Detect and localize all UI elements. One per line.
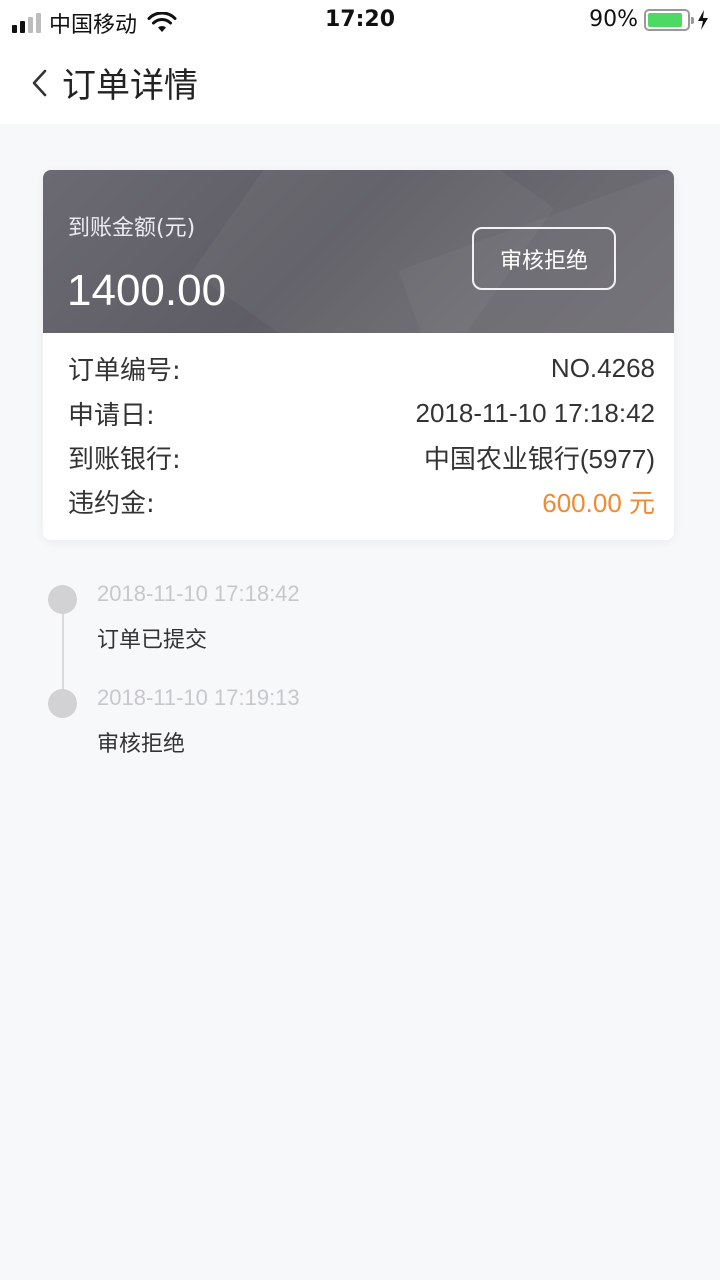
page-title: 订单详情 (62, 66, 198, 106)
detail-row-bank: 到账银行: 中国农业银行(5977) (68, 439, 655, 475)
detail-row-apply-date: 申请日: 2018-11-10 17:18:42 (68, 395, 655, 431)
battery-fill (648, 12, 683, 27)
amount-label: 到账金额(元) (68, 216, 196, 241)
timeline-text: 订单已提交 (97, 628, 208, 653)
order-card: 到账金额(元) 1400.00 审核拒绝 订单编号: NO.4268 申请日: … (43, 170, 674, 540)
timeline-dot (48, 585, 77, 614)
status-bar: 中国移动 17:20 90% (0, 0, 720, 40)
charging-icon (698, 9, 708, 30)
detail-label: 违约金: (68, 488, 155, 519)
detail-value: 中国农业银行(5977) (423, 443, 655, 474)
battery-percent: 90% (589, 7, 638, 32)
detail-value-penalty: 600.00 元 (542, 487, 655, 518)
detail-row-penalty: 违约金: 600.00 元 (68, 483, 655, 519)
detail-value: NO.4268 (550, 352, 655, 383)
timeline-time: 2018-11-10 17:19:13 (97, 685, 300, 710)
review-status-badge: 审核拒绝 (472, 227, 616, 290)
detail-row-order-number: 订单编号: NO.4268 (68, 350, 655, 386)
back-button[interactable] (30, 66, 60, 100)
timeline-text: 审核拒绝 (97, 732, 186, 757)
detail-label: 申请日: (68, 400, 155, 431)
status-right: 90% (589, 7, 710, 32)
amount-value: 1400.00 (67, 266, 227, 315)
detail-label: 订单编号: (68, 355, 181, 386)
detail-value: 2018-11-10 17:18:42 (415, 397, 656, 428)
order-card-header: 到账金额(元) 1400.00 审核拒绝 (43, 170, 674, 333)
battery-icon (644, 8, 694, 31)
timeline-time: 2018-11-10 17:18:42 (97, 581, 300, 606)
timeline-dot (48, 689, 77, 718)
nav-bar: 订单详情 (0, 40, 720, 124)
chevron-left-icon (32, 69, 47, 97)
detail-label: 到账银行: (68, 444, 181, 475)
